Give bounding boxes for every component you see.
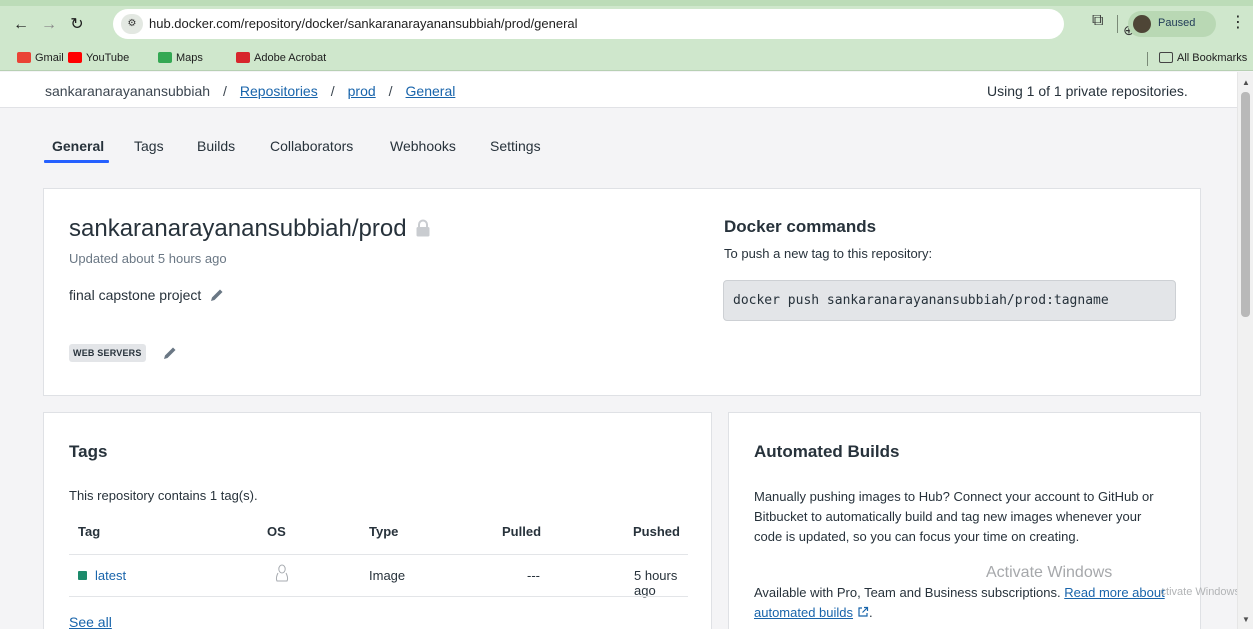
toolbar-divider	[1117, 15, 1118, 33]
repo-info-card: sankaranarayanansubbiah/prod Updated abo…	[43, 188, 1201, 396]
table-header-divider	[69, 554, 688, 555]
category-badge: WEB SERVERS	[69, 344, 146, 362]
last-updated: Updated about 5 hours ago	[69, 251, 227, 266]
back-icon[interactable]: ←	[10, 14, 32, 36]
all-bookmarks[interactable]: All Bookmarks	[1159, 52, 1247, 64]
docker-commands-subtitle: To push a new tag to this repository:	[724, 246, 933, 261]
address-bar[interactable]: ⚙ hub.docker.com/repository/docker/sanka…	[113, 9, 1166, 39]
tab-tags[interactable]: Tags	[134, 138, 164, 154]
site-info-icon[interactable]: ⚙	[121, 14, 143, 34]
repo-description: final capstone project	[69, 287, 225, 303]
acrobat-icon	[236, 52, 250, 63]
docker-commands-title: Docker commands	[724, 217, 877, 236]
edit-description-icon[interactable]	[209, 287, 225, 303]
col-tag: Tag	[78, 524, 101, 539]
browser-toolbar: ← → ↻ ⚙ hub.docker.com/repository/docker…	[0, 0, 1253, 47]
tab-strip	[0, 0, 1253, 6]
tag-type: Image	[369, 568, 406, 583]
col-os: OS	[267, 524, 286, 539]
tags-card: Tags This repository contains 1 tag(s). …	[43, 412, 712, 629]
youtube-icon	[68, 52, 82, 63]
see-all-tags-link[interactable]: See all	[69, 614, 112, 629]
tags-title: Tags	[69, 442, 108, 461]
linux-icon	[275, 564, 289, 582]
automated-builds-card: Automated Builds Manually pushing images…	[728, 412, 1201, 629]
avatar	[1133, 15, 1151, 33]
lock-icon	[416, 219, 430, 237]
table-row-divider	[69, 596, 688, 597]
repo-title: sankaranarayanansubbiah/prod	[69, 215, 431, 243]
folder-icon	[1159, 52, 1173, 63]
repo-tabs: General Tags Builds Collaborators Webhoo…	[0, 109, 1237, 165]
private-repo-usage: Using 1 of 1 private repositories.	[987, 83, 1188, 99]
tag-pushed: 5 hours ago	[634, 568, 678, 598]
activate-windows-watermark: Activate Windows	[986, 564, 1113, 581]
breadcrumb-repositories[interactable]: Repositories	[240, 83, 318, 99]
docker-push-command[interactable]: docker push sankaranarayanansubbiah/prod…	[723, 280, 1176, 321]
breadcrumb-bar: sankaranarayanansubbiah / Repositories / pro…	[0, 72, 1237, 108]
breadcrumb-general[interactable]: General	[406, 83, 456, 99]
tab-collaborators[interactable]: Collaborators	[270, 138, 353, 154]
tag-pulled: ---	[527, 568, 540, 583]
reload-icon[interactable]: ↻	[66, 14, 88, 36]
bookmark-adobe-acrobat[interactable]: Adobe Acrobat	[236, 52, 326, 64]
scroll-down-icon[interactable]: ▼	[1242, 615, 1250, 624]
builds-description: Manually pushing images to Hub? Connect …	[754, 489, 1154, 544]
bookmark-gmail[interactable]: Gmail	[17, 52, 64, 64]
extensions-icon[interactable]: ⧉	[1092, 12, 1103, 30]
tab-general[interactable]: General	[52, 138, 104, 154]
profile-button[interactable]: Paused	[1128, 11, 1216, 37]
tags-count: This repository contains 1 tag(s).	[69, 488, 258, 503]
col-type: Type	[369, 524, 399, 539]
bookmark-youtube[interactable]: YouTube	[68, 52, 129, 64]
page-scrollbar[interactable]: ▲ ▼	[1237, 72, 1253, 629]
col-pushed: Pushed	[633, 524, 680, 539]
scroll-thumb[interactable]	[1241, 92, 1250, 317]
tab-builds[interactable]: Builds	[197, 138, 235, 154]
bookmarks-divider	[1147, 52, 1148, 66]
breadcrumb-owner: sankaranarayanansubbiah	[45, 83, 211, 99]
edit-category-icon[interactable]	[162, 345, 178, 361]
browser-menu-icon[interactable]: ⋮	[1230, 12, 1246, 32]
activate-windows-hint: Go to Settings to activate Windows.	[1160, 586, 1240, 598]
profile-status: Paused	[1158, 17, 1196, 29]
table-row[interactable]: latest	[78, 568, 126, 583]
tag-status-dot	[78, 571, 87, 580]
tab-settings[interactable]: Settings	[490, 138, 541, 154]
builds-title: Automated Builds	[754, 442, 900, 461]
forward-icon[interactable]: →	[38, 14, 60, 36]
maps-icon	[158, 52, 172, 63]
tab-webhooks[interactable]: Webhooks	[390, 138, 456, 154]
builds-availability: Available with Pro, Team and Business su…	[754, 585, 1165, 620]
active-tab-indicator	[44, 160, 109, 163]
col-pulled: Pulled	[502, 524, 542, 539]
page: sankaranarayanansubbiah / Repositories / pro…	[0, 72, 1237, 629]
scroll-up-icon[interactable]: ▲	[1242, 78, 1250, 87]
bookmark-maps[interactable]: Maps	[158, 52, 203, 64]
url-text[interactable]: hub.docker.com/repository/docker/sankara…	[149, 16, 578, 31]
breadcrumb: sankaranarayanansubbiah / Repositories / pro…	[45, 83, 456, 99]
tag-name-link[interactable]: latest	[95, 568, 126, 583]
breadcrumb-repo[interactable]: prod	[348, 83, 376, 99]
gmail-icon	[17, 52, 31, 63]
bookmarks-bar: Gmail YouTube Maps Adobe Acrobat All Boo…	[0, 47, 1253, 71]
external-link-icon[interactable]	[857, 606, 869, 618]
